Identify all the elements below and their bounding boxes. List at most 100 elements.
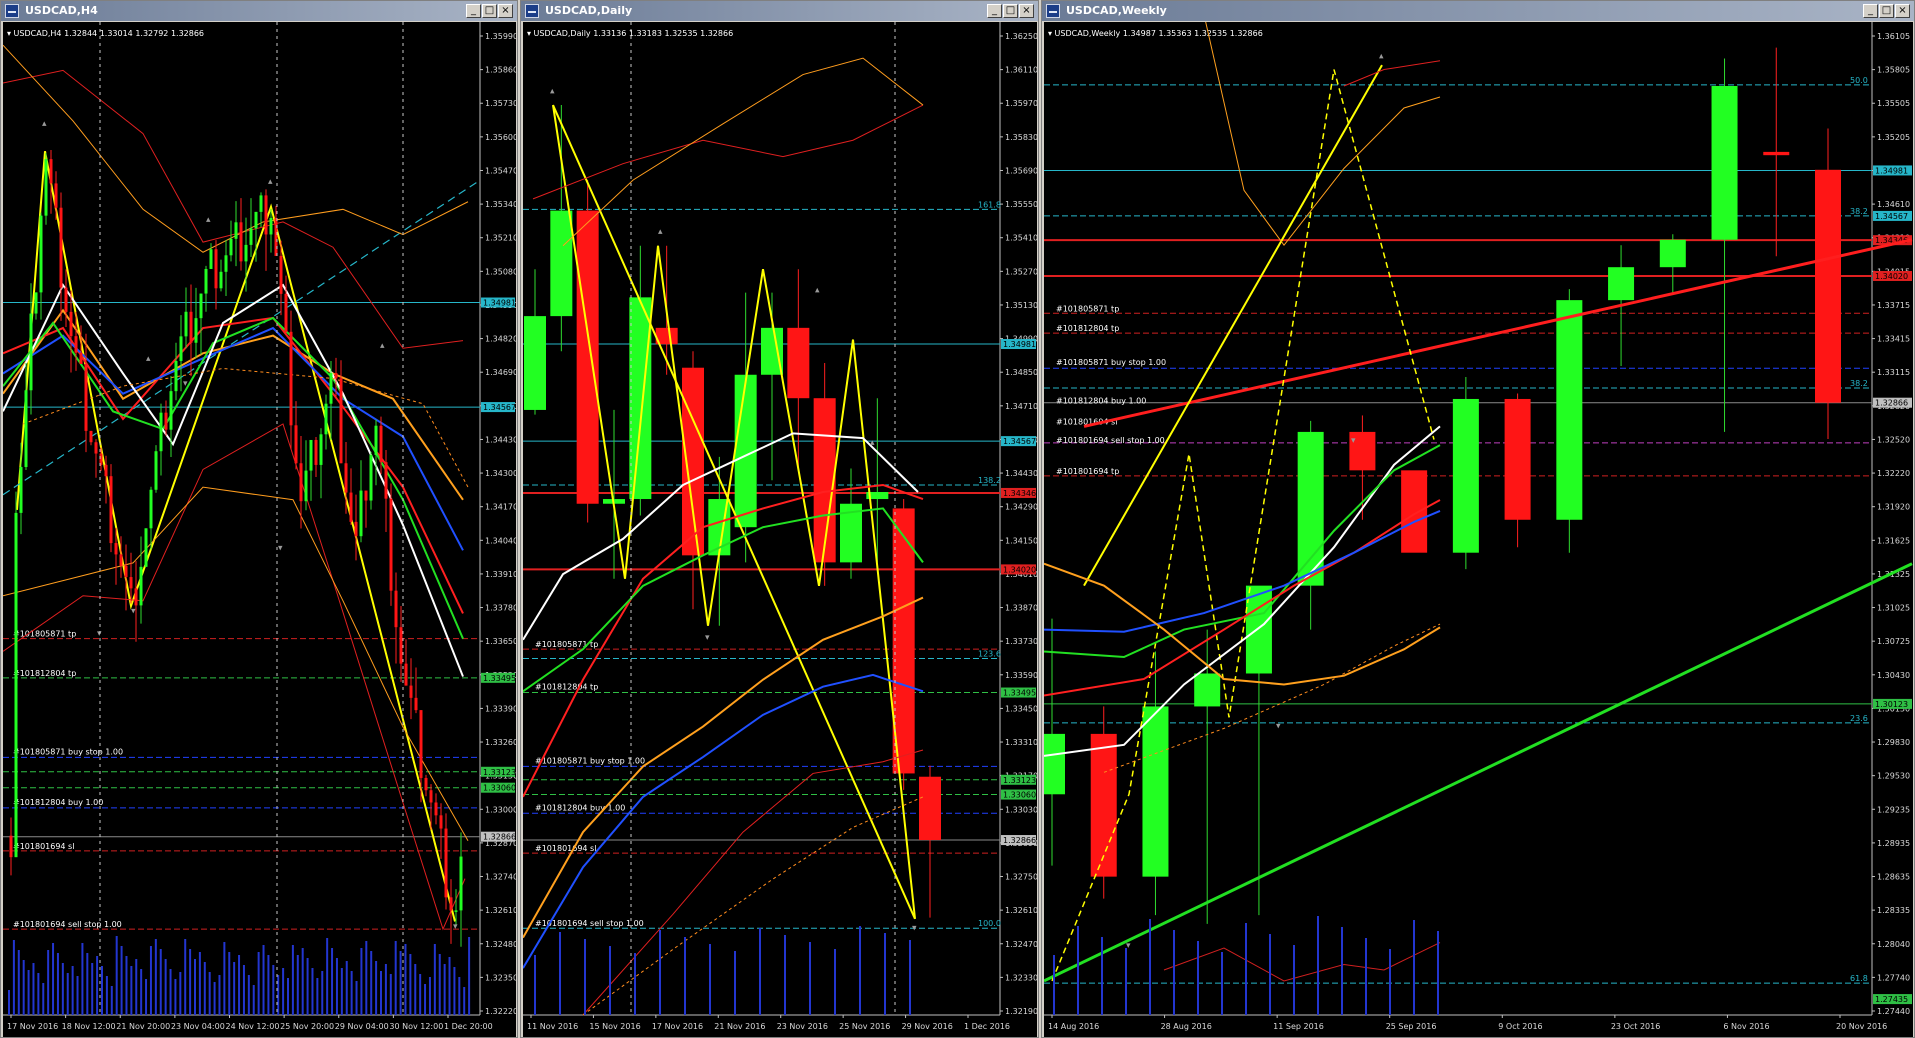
fibonacci-level-label: 123.6 [978,650,1001,659]
candle-body [194,318,198,343]
price-tick-label: 1.32220 [1877,469,1910,478]
chart-weekly[interactable]: 1.361051.358051.355051.352051.349101.346… [1044,22,1913,1037]
titlebar-h4[interactable]: USDCAD,H4 _ □ × [1,1,517,21]
fractal-arrow: ▾ [97,629,102,639]
minimize-button[interactable]: _ [987,4,1002,18]
candle-body [69,311,73,337]
maximize-button[interactable]: □ [1003,4,1018,18]
candle-body [319,434,323,465]
candle-body [429,790,433,803]
price-tick-label: 1.36110 [1005,66,1037,75]
candle-body [124,565,128,578]
titlebar-daily[interactable]: USDCAD,Daily _ □ × [521,1,1038,21]
candle-body [289,331,293,426]
candle-body [399,627,403,664]
candle-body [214,249,218,289]
price-tag-label: 1.34981 [483,299,516,308]
candle-body [359,490,363,537]
order-label: #101801694 sell stop 1.00 [1056,436,1165,445]
time-tick-label: 9 Oct 2016 [1498,1022,1542,1031]
price-tick-label: 1.31025 [1877,604,1910,613]
fractal-arrow: ▾ [912,924,917,934]
plot-area-daily[interactable]: 1.36250 1.36110 1.35970 1.35830 1.35690 1.355… [523,22,1037,1037]
price-tag-label: 1.34346 [1003,489,1036,498]
candle-body [304,470,308,502]
time-tick-label: 24 Nov 12:00 [226,1022,280,1031]
candle-body [114,543,118,555]
time-tick-label: 17 Nov 2016 [652,1022,703,1031]
price-tick-label: 1.35410 [1005,234,1037,243]
candle-body [44,159,48,216]
close-button[interactable]: × [498,4,513,18]
candle-body [264,195,268,235]
maximize-button[interactable]: □ [1879,4,1894,18]
time-tick-label: 6 Nov 2016 [1723,1022,1769,1031]
order-label: #101805871 buy stop 1.00 [1056,358,1166,367]
time-tick-label: 25 Nov 2016 [839,1022,890,1031]
chart-daily[interactable]: 1.36250 1.36110 1.35970 1.35830 1.35690 1.355… [523,22,1037,1037]
bollinger-upper [1343,60,1441,87]
minimize-button[interactable]: _ [1863,4,1878,18]
candle-body [84,364,88,431]
candle-body [404,663,408,686]
order-label: #101812804 tp [535,682,598,691]
fibonacci-level-label: 161.8 [978,200,1001,209]
candle-body [1815,169,1841,403]
price-tick-label: 1.33390 [485,704,516,713]
price-tick-label: 1.33000 [485,805,516,814]
candle-body [144,528,148,567]
price-tick-label: 1.35860 [485,66,516,75]
candle-body [787,327,810,399]
fractal-arrow: ▴ [658,227,663,237]
candle-body [454,910,458,912]
candle-body [294,425,298,464]
maximize-button[interactable]: □ [482,4,497,18]
price-tick-label: 1.33415 [1877,335,1910,344]
candle-body [34,292,38,314]
oscillator-line [1163,942,1441,982]
close-button[interactable]: × [1895,4,1910,18]
price-tick-label: 1.34690 [485,368,516,377]
chart-window-daily[interactable]: USDCAD,Daily _ □ × 1.36250 1.36110 1.35970… [520,0,1039,1038]
chart-window-weekly[interactable]: USDCAD,Weekly _ □ × 1.36105 1.35805 1.3550… [1041,0,1915,1038]
time-tick-label: 21 Nov 2016 [714,1022,765,1031]
candle-body [274,217,278,256]
plot-area-weekly[interactable]: 1.361051.358051.355051.352051.349101.346… [1044,22,1913,1037]
candle-body [1504,398,1531,520]
chart-window-h4[interactable]: USDCAD,H4 _ □ × 1.35990 1.35860 1.35730 1.3… [0,0,518,1038]
chart-h4[interactable]: 1.35990 1.35860 1.35730 1.35600 1.35470 1.353… [3,22,516,1037]
fractal-arrow: ▴ [42,119,47,129]
candle-body [1711,86,1738,240]
price-tag-label: 1.33060 [1003,791,1036,800]
envelope-orange-upper [562,57,924,247]
minimize-button[interactable]: _ [466,4,481,18]
candle-body [174,360,178,392]
time-tick-label: 29 Nov 04:00 [335,1022,389,1031]
price-tag-label: 1.33495 [483,674,516,683]
candle-body [314,439,318,465]
candle-body [19,467,23,513]
price-tick-label: 1.34040 [485,536,516,545]
candle-body [254,211,258,229]
price-tick-label: 1.34170 [485,503,516,512]
fibonacci-level-label: 23.6 [1850,714,1868,723]
candle-body [224,255,228,272]
price-tick-label: 1.35550 [1005,200,1037,209]
titlebar-weekly[interactable]: USDCAD,Weekly _ □ × [1042,1,1914,21]
price-tick-label: 1.28935 [1877,839,1910,848]
time-tick-label: 25 Nov 20:00 [280,1022,334,1031]
candle-body [49,159,53,184]
fibonacci-level-label: 38.2 [1850,379,1868,388]
plot-area-h4[interactable]: 1.35990 1.35860 1.35730 1.35600 1.35470 1.353… [3,22,516,1037]
order-label: #101801694 sell stop 1.00 [13,920,122,929]
candle-body [459,856,463,911]
time-tick-label: 15 Nov 2016 [589,1022,640,1031]
fractal-arrow: ▴ [146,354,151,364]
candle-body [14,512,18,858]
price-tick-label: 1.31625 [1877,536,1910,545]
close-button[interactable]: × [1019,4,1034,18]
price-tick-label: 1.35340 [485,200,516,209]
candle-body [279,255,283,294]
time-tick-label: 25 Sep 2016 [1386,1022,1437,1031]
price-tick-label: 1.35830 [1005,133,1037,142]
